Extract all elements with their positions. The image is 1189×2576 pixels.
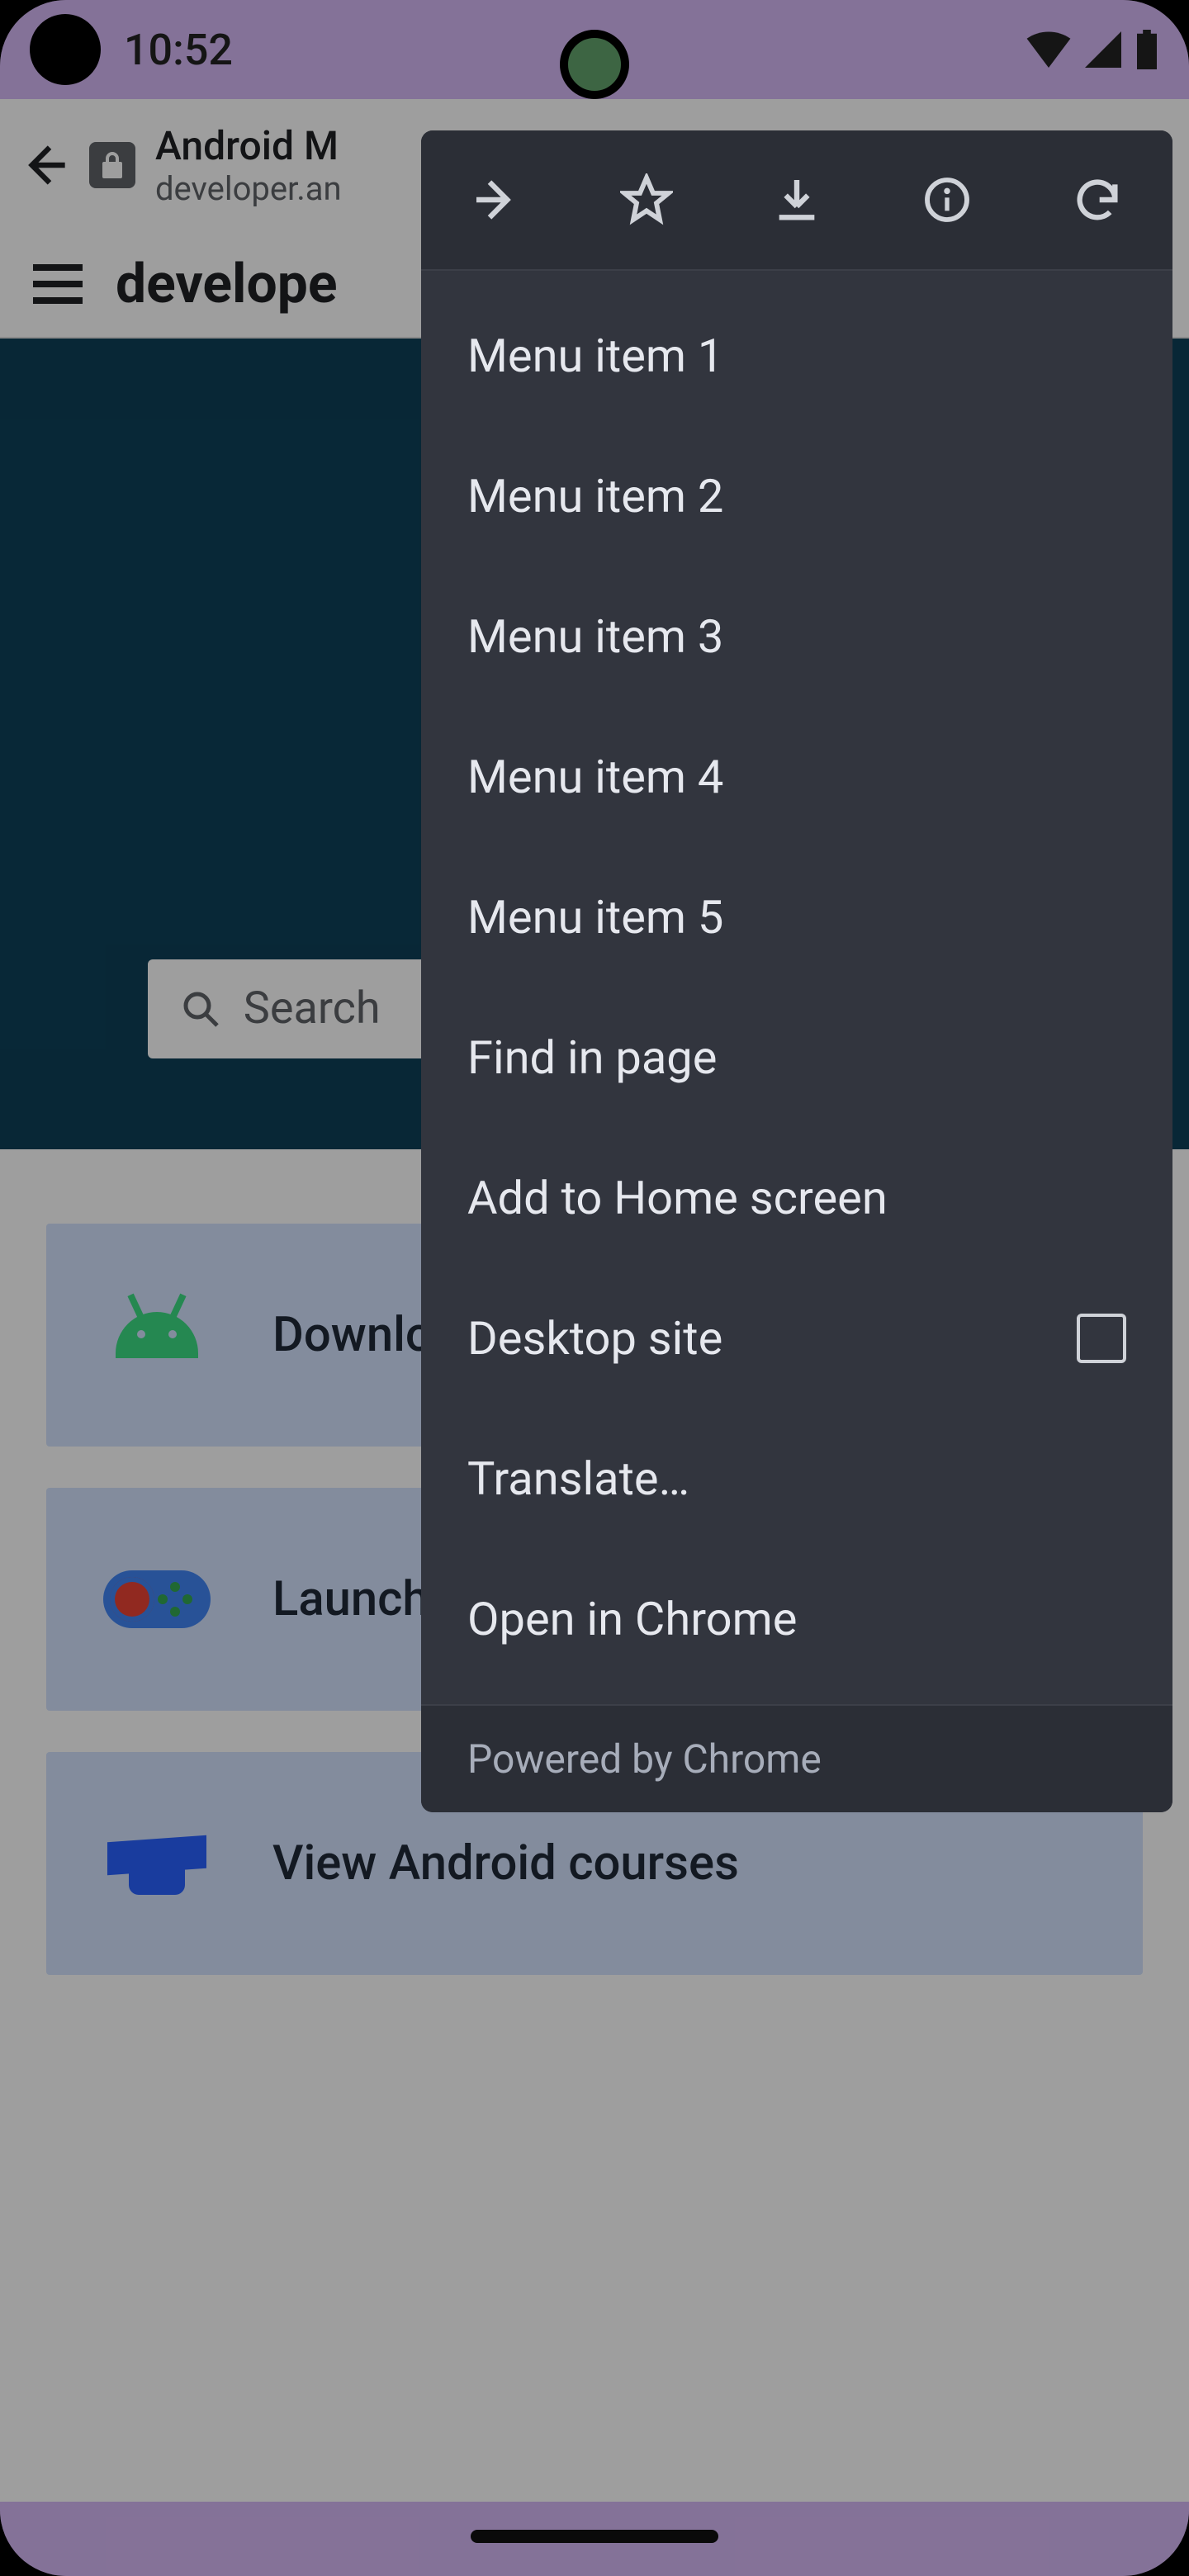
menu-item-label: Desktop site — [467, 1311, 722, 1366]
menu-item[interactable]: Menu item 5 — [421, 847, 1172, 987]
menu-item[interactable]: Menu item 1 — [421, 286, 1172, 426]
bookmark-icon[interactable] — [609, 163, 684, 237]
menu-icon-row — [421, 130, 1172, 271]
download-icon[interactable] — [760, 163, 834, 237]
menu-item[interactable]: Menu item 4 — [421, 707, 1172, 847]
menu-item-desktop-site[interactable]: Desktop site — [421, 1268, 1172, 1409]
menu-item-label: Menu item 5 — [467, 890, 723, 945]
menu-item-label: Add to Home screen — [467, 1171, 888, 1225]
info-icon[interactable] — [910, 163, 984, 237]
menu-item-add-home[interactable]: Add to Home screen — [421, 1128, 1172, 1268]
menu-item-open-chrome[interactable]: Open in Chrome — [421, 1549, 1172, 1689]
menu-item-translate[interactable]: Translate… — [421, 1409, 1172, 1549]
menu-item[interactable]: Menu item 2 — [421, 426, 1172, 566]
menu-item-label: Menu item 1 — [467, 329, 723, 383]
menu-item-label: Translate… — [467, 1451, 689, 1506]
menu-item-label: Open in Chrome — [467, 1592, 797, 1646]
menu-item-find[interactable]: Find in page — [421, 987, 1172, 1128]
menu-item[interactable]: Menu item 3 — [421, 566, 1172, 707]
menu-item-label: Find in page — [467, 1030, 717, 1085]
checkbox-icon[interactable] — [1077, 1314, 1126, 1363]
forward-icon[interactable] — [459, 163, 533, 237]
refresh-icon[interactable] — [1060, 163, 1135, 237]
menu-footer: Powered by Chrome — [421, 1704, 1172, 1812]
menu-item-label: Menu item 3 — [467, 609, 723, 664]
menu-item-label: Menu item 4 — [467, 750, 723, 804]
menu-item-label: Menu item 2 — [467, 469, 723, 523]
overflow-menu: Menu item 1 Menu item 2 Menu item 3 Menu… — [421, 130, 1172, 1812]
